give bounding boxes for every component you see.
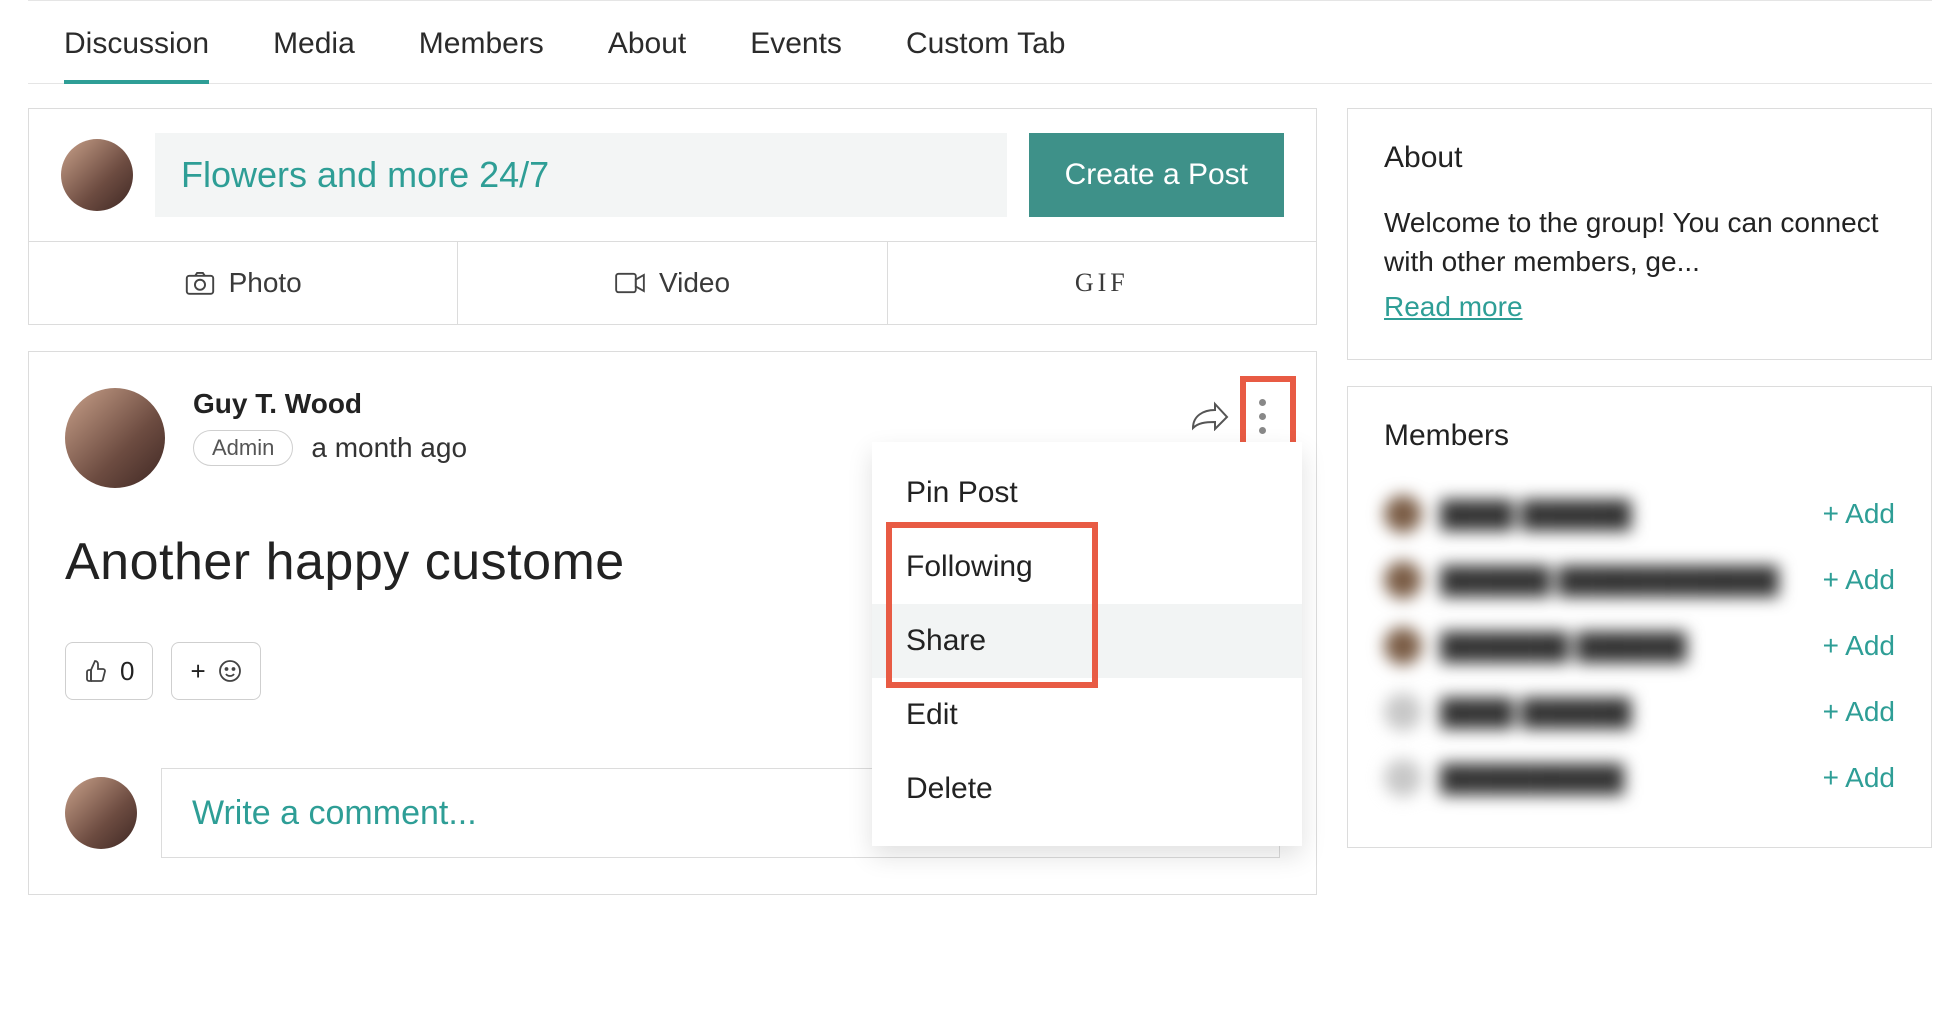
menu-delete[interactable]: Delete [872, 752, 1302, 826]
add-member-link[interactable]: + Add [1823, 498, 1895, 530]
commenter-avatar [65, 777, 137, 849]
add-member-link[interactable]: + Add [1823, 696, 1895, 728]
create-post-button[interactable]: Create a Post [1029, 133, 1284, 217]
member-name: ██████ ████████████ [1440, 565, 1779, 596]
add-member-link[interactable]: + Add [1823, 564, 1895, 596]
attach-video-label: Video [659, 267, 730, 299]
member-avatar [1384, 693, 1422, 731]
tab-events[interactable]: Events [750, 27, 842, 83]
menu-pin-post[interactable]: Pin Post [872, 456, 1302, 530]
attach-photo[interactable]: Photo [29, 242, 458, 324]
about-text: Welcome to the group! You can connect wi… [1384, 203, 1895, 281]
composer-group-input[interactable]: Flowers and more 24/7 [155, 133, 1007, 217]
thumbs-up-icon [84, 659, 108, 683]
top-divider [28, 0, 1932, 1]
member-row: ███████ ██████ + Add [1384, 613, 1895, 679]
add-member-link[interactable]: + Add [1823, 630, 1895, 662]
post-time: a month ago [311, 432, 467, 464]
member-row: ████ ██████ + Add [1384, 679, 1895, 745]
camera-icon [185, 271, 215, 295]
members-title: Members [1384, 419, 1895, 453]
like-button[interactable]: 0 [65, 642, 153, 700]
member-avatar [1384, 759, 1422, 797]
about-title: About [1384, 141, 1895, 175]
like-count: 0 [120, 656, 134, 687]
member-avatar [1384, 627, 1422, 665]
about-panel: About Welcome to the group! You can conn… [1347, 108, 1932, 360]
composer-avatar [61, 139, 133, 211]
gif-label: GIF [1075, 268, 1129, 298]
post-menu-button[interactable] [1244, 388, 1280, 444]
member-row: ██████████ + Add [1384, 745, 1895, 811]
tab-custom[interactable]: Custom Tab [906, 27, 1066, 83]
member-name: ██████████ [1440, 763, 1624, 794]
tab-discussion[interactable]: Discussion [64, 27, 209, 83]
attach-gif[interactable]: GIF [888, 242, 1316, 324]
post-card: Guy T. Wood Admin a month ago [28, 351, 1317, 895]
member-name: ███████ ██████ [1440, 631, 1687, 662]
menu-following[interactable]: Following [872, 530, 1302, 604]
share-arrow-icon[interactable] [1190, 401, 1230, 431]
post-author-name: Guy T. Wood [193, 388, 467, 420]
tab-about[interactable]: About [608, 27, 686, 83]
tabs-bar: Discussion Media Members About Events Cu… [28, 9, 1932, 84]
member-avatar [1384, 495, 1422, 533]
member-row: ██████ ████████████ + Add [1384, 547, 1895, 613]
attach-photo-label: Photo [229, 267, 302, 299]
member-name: ████ ██████ [1440, 697, 1631, 728]
smile-icon [218, 659, 242, 683]
attach-video[interactable]: Video [458, 242, 887, 324]
menu-share[interactable]: Share [872, 604, 1302, 678]
video-icon [615, 271, 645, 295]
read-more-link[interactable]: Read more [1384, 291, 1523, 323]
member-row: ████ ██████ + Add [1384, 481, 1895, 547]
composer-panel: Flowers and more 24/7 Create a Post Phot… [28, 108, 1317, 325]
menu-edit[interactable]: Edit [872, 678, 1302, 752]
post-menu-dropdown: Pin Post Following Share Edit Delete [872, 442, 1302, 846]
member-name: ████ ██████ [1440, 499, 1631, 530]
admin-badge: Admin [193, 430, 293, 466]
tab-members[interactable]: Members [419, 27, 544, 83]
members-panel: Members ████ ██████ + Add ██████ ███████… [1347, 386, 1932, 848]
tab-media[interactable]: Media [273, 27, 355, 83]
plus-icon: + [190, 656, 205, 687]
member-avatar [1384, 561, 1422, 599]
post-author-avatar [65, 388, 165, 488]
add-member-link[interactable]: + Add [1823, 762, 1895, 794]
add-reaction-button[interactable]: + [171, 642, 260, 700]
